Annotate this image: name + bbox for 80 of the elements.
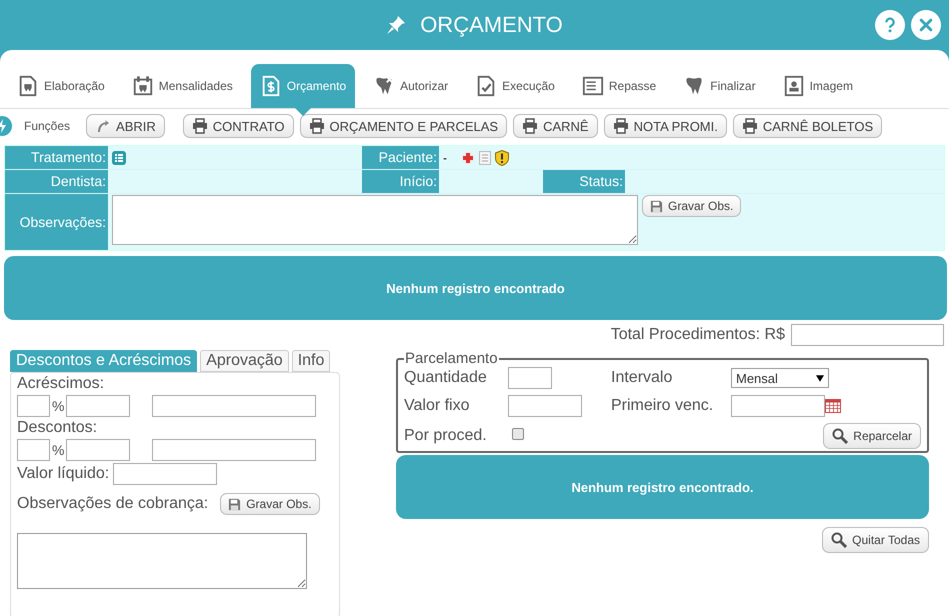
tab[interactable]: Mensalidades bbox=[122, 64, 242, 108]
tab[interactable]: Info bbox=[292, 350, 330, 372]
tab[interactable]: Autorizar bbox=[364, 64, 458, 108]
help-button[interactable] bbox=[875, 10, 905, 40]
functions-label: Funções bbox=[24, 119, 70, 133]
value-field[interactable] bbox=[66, 439, 130, 461]
percent-sign: % bbox=[52, 398, 64, 414]
dropdown-arrow-icon bbox=[816, 374, 824, 382]
medical-cross-icon[interactable] bbox=[461, 150, 475, 164]
field-label: Valor fixo bbox=[404, 397, 471, 415]
pin-icon bbox=[386, 15, 406, 35]
tab[interactable]: Elaboração bbox=[8, 64, 114, 108]
search-icon bbox=[832, 428, 848, 444]
value-field[interactable] bbox=[66, 395, 130, 417]
fixed-value-field[interactable] bbox=[508, 395, 582, 417]
field-label: Observações de cobrança: bbox=[17, 495, 208, 513]
tab[interactable]: Finalizar bbox=[674, 64, 765, 108]
print-button[interactable]: ORÇAMENTO E PARCELAS bbox=[300, 114, 508, 138]
field-label: Por proced. bbox=[404, 427, 488, 445]
print-button[interactable]: CARNÊ bbox=[513, 114, 598, 138]
tab[interactable]: Aprovação bbox=[200, 350, 289, 372]
calendar-icon bbox=[132, 75, 154, 97]
empty-message: Nenhum registro encontrado. bbox=[396, 455, 929, 519]
total-label: Total Procedimentos: R$ bbox=[610, 326, 785, 344]
printer-icon bbox=[522, 118, 538, 134]
reparcel-button[interactable]: Reparcelar bbox=[823, 423, 921, 449]
field-label: Dentista: bbox=[5, 170, 108, 193]
print-button[interactable]: CONTRATO bbox=[182, 114, 294, 138]
date-field[interactable] bbox=[731, 395, 825, 417]
field-label: Observações: bbox=[5, 194, 108, 250]
field-label: Início: bbox=[362, 170, 439, 193]
save-button[interactable]: Gravar Obs. bbox=[220, 493, 320, 515]
field-label: Valor líquido: bbox=[17, 465, 110, 483]
patient-value: - bbox=[443, 150, 447, 164]
field-label: Descontos: bbox=[17, 419, 98, 437]
quantity-field[interactable] bbox=[508, 367, 552, 389]
percent-field[interactable] bbox=[17, 439, 50, 461]
interval-dropdown[interactable]: Mensal bbox=[731, 368, 829, 388]
observations-field[interactable] bbox=[112, 195, 638, 245]
empty-message: Nenhum registro encontrado bbox=[4, 256, 947, 320]
panel-legend: Parcelamento bbox=[404, 350, 499, 367]
field-label: Quantidade bbox=[404, 369, 488, 387]
document-check-icon bbox=[475, 75, 498, 97]
field-label: Status: bbox=[543, 170, 625, 193]
printer-icon bbox=[308, 118, 325, 134]
field-label: Intervalo bbox=[611, 369, 674, 387]
tooth-icon bbox=[17, 75, 39, 97]
tab[interactable]: Execução bbox=[466, 64, 564, 108]
text-field[interactable] bbox=[152, 395, 316, 417]
settle-all-button[interactable]: Quitar Todas bbox=[822, 527, 929, 553]
checkbox[interactable] bbox=[512, 428, 524, 440]
percent-field[interactable] bbox=[17, 395, 50, 417]
tab[interactable]: Imagem bbox=[774, 64, 862, 108]
printer-icon bbox=[742, 118, 758, 134]
print-button[interactable]: CARNÊ BOLETOS bbox=[732, 114, 882, 138]
printer-icon bbox=[612, 118, 629, 134]
list-icon[interactable] bbox=[112, 150, 126, 164]
warning-shield-icon[interactable] bbox=[495, 150, 509, 166]
field-label: Acréscimos: bbox=[17, 375, 106, 393]
percent-sign: % bbox=[52, 442, 64, 458]
checklist-icon bbox=[582, 75, 604, 97]
total-field[interactable] bbox=[791, 324, 944, 346]
close-icon bbox=[918, 17, 934, 33]
net-value-field[interactable] bbox=[113, 463, 218, 485]
open-button[interactable]: ABRIR bbox=[86, 114, 165, 138]
text-field[interactable] bbox=[152, 439, 316, 461]
printer-icon bbox=[192, 118, 208, 134]
save-button[interactable]: Gravar Obs. bbox=[642, 195, 742, 217]
print-button[interactable]: NOTA PROMI. bbox=[604, 114, 727, 138]
billing-notes-field[interactable] bbox=[17, 533, 307, 589]
portrait-icon bbox=[782, 75, 805, 97]
field-label: Paciente: bbox=[362, 146, 439, 169]
calendar-icon[interactable] bbox=[825, 399, 841, 413]
search-icon bbox=[831, 532, 848, 548]
tab[interactable]: Repasse bbox=[572, 64, 666, 108]
window-title: ORÇAMENTO bbox=[420, 12, 563, 38]
field-label: Primeiro venc. bbox=[611, 397, 714, 415]
close-button[interactable] bbox=[911, 10, 941, 40]
field-label: Tratamento: bbox=[5, 146, 108, 169]
curved-arrow-icon bbox=[95, 118, 112, 134]
